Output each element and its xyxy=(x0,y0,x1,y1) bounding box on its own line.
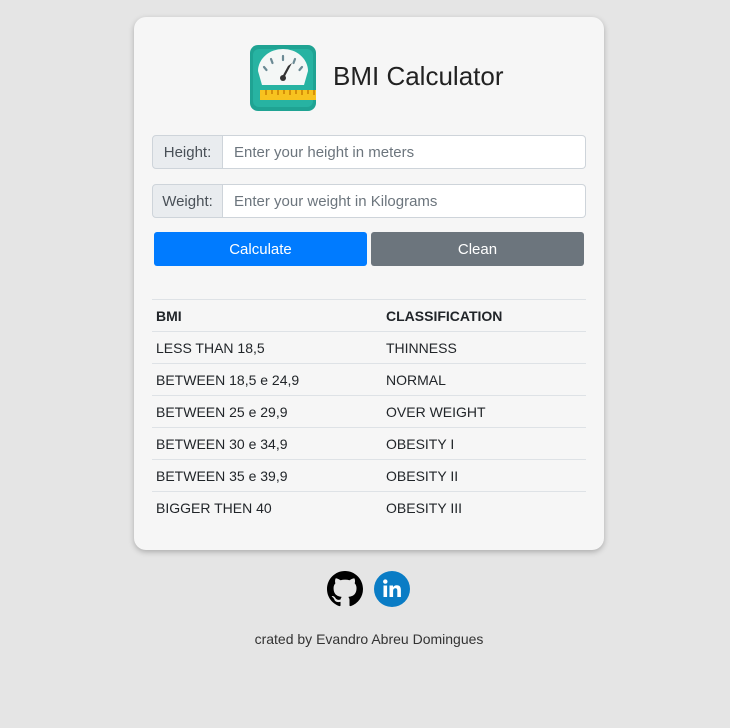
weight-input-group: Weight: xyxy=(152,184,586,218)
weight-label: Weight: xyxy=(152,184,223,218)
scale-icon xyxy=(250,45,316,111)
classification-cell: NORMAL xyxy=(382,363,586,396)
height-input[interactable] xyxy=(223,135,586,169)
bmi-cell: LESS THAN 18,5 xyxy=(152,331,382,364)
table-row: BETWEEN 35 e 39,9 OBESITY II xyxy=(152,459,586,492)
classification-cell: OBESITY III xyxy=(382,491,586,523)
table-row: BETWEEN 30 e 34,9 OBESITY I xyxy=(152,427,586,460)
classification-cell: OVER WEIGHT xyxy=(382,395,586,428)
calculator-card: BMI Calculator Height: Weight: Calculate… xyxy=(134,17,604,550)
table-row: BIGGER THEN 40 OBESITY III xyxy=(152,491,586,523)
column-header-classification: CLASSIFICATION xyxy=(382,299,586,332)
linkedin-icon[interactable] xyxy=(374,571,410,607)
bmi-cell: BIGGER THEN 40 xyxy=(152,491,382,523)
column-header-bmi: BMI xyxy=(152,299,382,332)
table-row: LESS THAN 18,5 THINNESS xyxy=(152,331,586,364)
table-row: BETWEEN 18,5 e 24,9 NORMAL xyxy=(152,363,586,396)
calculate-button[interactable]: Calculate xyxy=(154,232,367,266)
bmi-cell: BETWEEN 25 e 29,9 xyxy=(152,395,382,428)
clean-button[interactable]: Clean xyxy=(371,232,584,266)
social-links xyxy=(327,571,417,607)
classification-cell: OBESITY II xyxy=(382,459,586,492)
table-row: BETWEEN 25 e 29,9 OVER WEIGHT xyxy=(152,395,586,428)
weight-input[interactable] xyxy=(223,184,586,218)
classification-cell: THINNESS xyxy=(382,331,586,364)
bmi-table: BMI CLASSIFICATION LESS THAN 18,5 THINNE… xyxy=(152,299,586,523)
classification-cell: OBESITY I xyxy=(382,427,586,460)
footer-credit: crated by Evandro Abreu Domingues xyxy=(254,631,484,647)
table-header-row: BMI CLASSIFICATION xyxy=(152,299,586,332)
bmi-cell: BETWEEN 35 e 39,9 xyxy=(152,459,382,492)
bmi-cell: BETWEEN 30 e 34,9 xyxy=(152,427,382,460)
height-input-group: Height: xyxy=(152,135,586,169)
github-icon[interactable] xyxy=(327,571,363,607)
page-title: BMI Calculator xyxy=(333,61,504,91)
height-label: Height: xyxy=(152,135,223,169)
header: BMI Calculator xyxy=(134,45,604,111)
bmi-cell: BETWEEN 18,5 e 24,9 xyxy=(152,363,382,396)
